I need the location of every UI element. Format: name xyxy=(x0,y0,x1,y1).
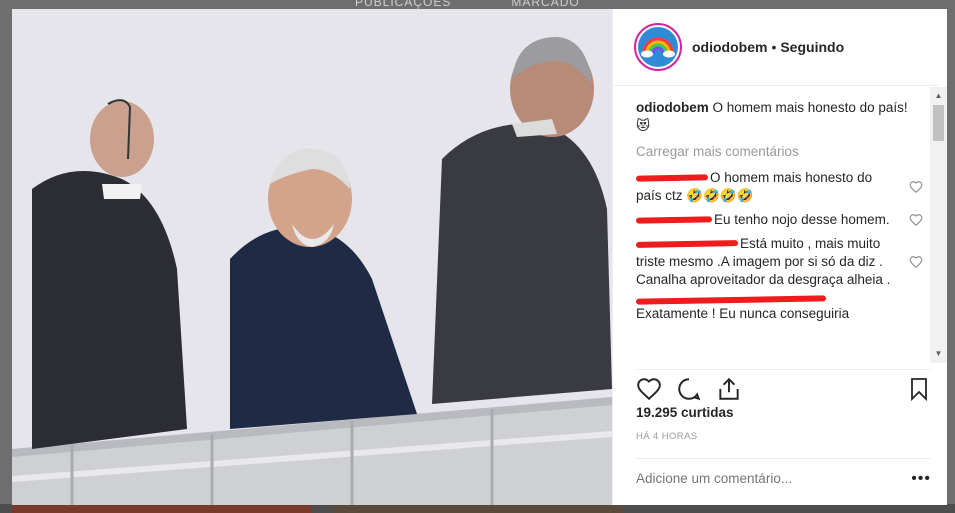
heart-outline-icon[interactable] xyxy=(909,255,923,269)
header-separator: • xyxy=(771,39,777,55)
post-timestamp[interactable]: HÁ 4 HORAS xyxy=(636,431,698,442)
comment-item: Exatamente ! Eu nunca conseguiria xyxy=(635,295,931,323)
scrollbar-thumb[interactable] xyxy=(933,105,944,141)
header-username[interactable]: odiodobem xyxy=(692,39,767,55)
likes-count[interactable]: 19.295 curtidas xyxy=(636,405,734,420)
post-actions xyxy=(636,369,931,403)
comment-text: Exatamente ! Eu nunca conseguiria xyxy=(636,306,850,321)
scroll-up-arrow-icon[interactable]: ▲ xyxy=(930,89,947,103)
comments-list: odiodobem O homem mais honesto do país! … xyxy=(613,87,931,363)
comment-item: Está muito , mais muito triste mesmo .A … xyxy=(635,235,931,289)
more-options-icon[interactable]: ••• xyxy=(911,470,931,486)
follow-button[interactable]: Seguindo xyxy=(780,39,844,55)
comments-scrollbar[interactable]: ▲ ▼ xyxy=(930,87,947,363)
heart-outline-icon[interactable] xyxy=(909,180,923,194)
post-photo xyxy=(12,9,612,505)
post-side-panel: odiodobem • Seguindo odiodobem O homem mai… xyxy=(612,9,947,505)
bookmark-icon[interactable] xyxy=(907,376,931,402)
heart-outline-icon[interactable] xyxy=(909,213,923,227)
share-icon[interactable] xyxy=(716,376,742,402)
background-thumbnails xyxy=(0,504,955,513)
add-comment-bar: ••• xyxy=(636,458,931,498)
comment-input[interactable] xyxy=(636,471,896,486)
comment-item: Eu tenho nojo desse homem. xyxy=(635,211,931,229)
avatar[interactable] xyxy=(634,23,682,71)
comment-icon[interactable] xyxy=(676,376,702,402)
background-thumbnail xyxy=(333,504,623,513)
background-thumbnail xyxy=(12,504,312,513)
post-header-text: odiodobem • Seguindo xyxy=(692,39,844,55)
comment-item: O homem mais honesto do país ctz 🤣🤣🤣🤣 xyxy=(635,169,931,205)
post-modal: odiodobem • Seguindo odiodobem O homem mai… xyxy=(12,9,947,505)
post-caption: odiodobem O homem mais honesto do país! … xyxy=(636,99,931,135)
post-image[interactable] xyxy=(12,9,612,505)
redaction-mark xyxy=(635,174,709,182)
rainbow-icon xyxy=(641,37,675,58)
heart-icon[interactable] xyxy=(636,376,662,402)
avatar-rainbow-image xyxy=(638,27,678,67)
caption-username[interactable]: odiodobem xyxy=(636,100,709,115)
redaction-mark xyxy=(635,295,827,305)
post-header: odiodobem • Seguindo xyxy=(613,9,939,86)
load-more-comments-button[interactable]: Carregar mais comentários xyxy=(636,143,931,161)
scroll-down-arrow-icon[interactable]: ▼ xyxy=(930,347,947,361)
